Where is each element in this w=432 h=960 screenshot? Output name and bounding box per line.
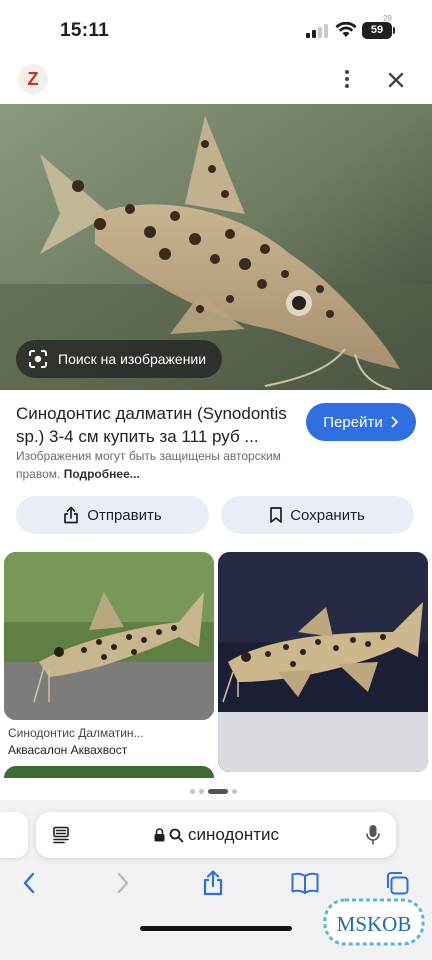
back-button[interactable]	[12, 866, 46, 900]
svg-text:MSKOB: MSKOB	[337, 912, 412, 936]
image-viewer-header: Z	[0, 60, 432, 104]
google-lens-icon	[29, 350, 47, 368]
share-page-button[interactable]	[196, 866, 230, 900]
battery-icon: 59	[362, 22, 392, 39]
save-button[interactable]: Сохранить	[221, 496, 414, 534]
battery-cap	[393, 27, 395, 34]
learn-more-link[interactable]: Подробнее...	[64, 467, 140, 481]
status-bar: 15:11 29 59	[0, 0, 432, 60]
share-icon	[203, 870, 223, 896]
search-icon	[169, 828, 184, 842]
pagination-dots	[190, 789, 237, 794]
wifi-icon	[335, 22, 357, 37]
forward-button[interactable]	[106, 866, 140, 900]
save-button-label: Сохранить	[290, 506, 365, 524]
search-in-image-label: Поиск на изображении	[58, 351, 207, 367]
bookmark-icon	[270, 507, 283, 523]
related-source: Аквасалон Аквахвост	[8, 743, 128, 757]
address-text[interactable]: синодонтис	[154, 825, 279, 845]
site-favicon[interactable]: Z	[18, 64, 48, 94]
chevron-right-icon	[391, 416, 398, 428]
bookmarks-button[interactable]	[288, 866, 322, 900]
related-image-3[interactable]	[4, 766, 214, 778]
related-catfish-photo-2	[218, 552, 428, 772]
address-query: синодонтис	[188, 825, 280, 844]
chevron-left-icon	[23, 872, 35, 894]
share-button[interactable]: Отправить	[16, 496, 209, 534]
lock-icon	[154, 828, 165, 842]
copyright-notice: Изображения могут быть защищены авторски…	[16, 449, 281, 481]
cellular-signal-icon	[306, 24, 328, 38]
more-vert-icon	[345, 70, 349, 74]
share-icon	[64, 506, 79, 524]
result-title[interactable]: Синодонтис далматин (Synodontis sp.) 3-4…	[16, 402, 298, 448]
address-bar[interactable]: синодонтис	[36, 812, 396, 858]
mskob-watermark-logo: MSKOB	[323, 898, 425, 946]
visit-button[interactable]: Перейти	[306, 403, 416, 441]
visit-button-label: Перейти	[323, 413, 383, 431]
book-icon	[291, 872, 319, 894]
home-indicator[interactable]	[140, 926, 292, 931]
microphone-icon[interactable]	[366, 824, 380, 846]
search-in-image-chip[interactable]: Поиск на изображении	[16, 340, 223, 378]
more-options-button[interactable]	[334, 66, 360, 92]
main-result-image[interactable]: Поиск на изображении	[0, 104, 432, 390]
related-caption[interactable]: Синодонтис Далматин...	[8, 726, 208, 740]
previous-tab-edge[interactable]	[0, 812, 28, 858]
related-image-1[interactable]	[4, 552, 214, 720]
status-time: 15:11	[60, 20, 110, 41]
related-catfish-photo-1	[4, 552, 214, 720]
share-button-label: Отправить	[87, 506, 162, 524]
chevron-right-icon	[117, 872, 129, 894]
related-image-2[interactable]	[218, 552, 428, 772]
close-icon	[388, 72, 404, 88]
page-menu-icon[interactable]	[52, 826, 70, 844]
close-button[interactable]	[382, 66, 410, 94]
